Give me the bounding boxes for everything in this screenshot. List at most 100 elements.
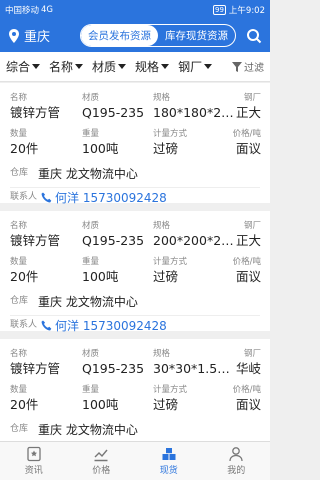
status-bar: 中国移动 4G 99 上午9:02 (0, 0, 270, 19)
list-item[interactable]: 名称镀锌方管 材质 Q195-235 规格 200*200*2… 钢厂正大 数量 20… (0, 211, 270, 334)
filter-material[interactable]: 材质 (92, 58, 127, 75)
product-method: 过磅 (153, 269, 179, 284)
warehouse-value: 重庆 龙文物流中心 (38, 423, 138, 437)
tab-mine-label: 我的 (227, 466, 246, 476)
name-label: 名称 (10, 221, 28, 231)
stock-boxes-icon (162, 448, 176, 460)
product-price: 面议 (235, 141, 261, 156)
caret-down-icon (204, 64, 213, 69)
product-name: 镀锌方管 (10, 361, 61, 376)
bottom-tab-bar: 资讯 价格 现货 我的 (0, 441, 270, 480)
news-icon (27, 446, 41, 462)
filter-mill-label: 钢厂 (178, 60, 203, 74)
material-label: 材质 (82, 349, 100, 359)
mill-label: 钢厂 (243, 349, 261, 359)
warehouse-label: 仓库 (10, 168, 29, 178)
filter-spec[interactable]: 规格 (135, 58, 170, 75)
filter-name-label: 名称 (49, 60, 74, 74)
tab-spot-label: 现货 (159, 466, 178, 476)
phone-icon (41, 320, 52, 331)
tab-price-label: 价格 (92, 466, 111, 476)
contact-phone-link[interactable]: 何洋 15730092428 (55, 317, 167, 334)
resource-list: 名称 镀锌方管 材质 Q195-235 规格 180*180*2… 钢厂 正大 数量 20… (0, 83, 270, 467)
contact-label: 联系人 (10, 320, 38, 330)
city-selector[interactable]: 重庆 (8, 26, 70, 45)
product-material: Q195-235 (82, 233, 145, 248)
weight-label: 重量 (82, 385, 100, 395)
product-material: Q195-235 (82, 361, 145, 376)
warehouse-value: 重庆 龙文物流中心 (38, 295, 138, 309)
filter-general[interactable]: 综合 (6, 58, 41, 75)
product-weight: 100吨 (82, 269, 119, 284)
product-qty: 20件 (10, 141, 39, 156)
material-label: 材质 (82, 221, 100, 231)
weight-label: 重量 (82, 257, 100, 267)
contact-label: 联系人 (10, 192, 38, 202)
caret-down-icon (75, 64, 84, 69)
caret-down-icon (161, 64, 170, 69)
filter-name[interactable]: 名称 (49, 58, 84, 75)
method-label: 计量方式 (153, 385, 188, 395)
mill-label: 钢厂 (243, 93, 261, 103)
product-method: 过磅 (153, 141, 179, 156)
weight-label: 重量 (82, 129, 100, 139)
filter-bar: 综合 名称 材质 规格 钢厂 过滤 (0, 52, 270, 82)
product-spec: 30*30*1.5… (153, 361, 230, 376)
qty-label: 数量 (10, 385, 28, 395)
product-price: 面议 (235, 269, 261, 284)
mill-label: 钢厂 (243, 221, 261, 231)
warehouse-row: 仓库 重庆 龙文物流中心 (10, 421, 138, 438)
product-weight: 100吨 (82, 397, 119, 412)
tab-member-resources[interactable]: 会员发布资源 (81, 25, 158, 46)
qty-label: 数量 (10, 257, 28, 267)
method-label: 计量方式 (153, 129, 188, 139)
tab-spot[interactable]: 现货 (135, 442, 203, 480)
warehouse-row: 仓库 重庆 龙文物流中心 (10, 293, 138, 310)
contact-row[interactable]: 联系人 何洋 15730092428 (10, 317, 167, 334)
filter-material-label: 材质 (92, 60, 117, 74)
warehouse-label: 仓库 (10, 296, 29, 306)
product-qty: 20件 (10, 397, 39, 412)
filter-button-label: 过滤 (244, 63, 264, 74)
network-label: 4G (41, 4, 54, 15)
tab-news[interactable]: 资讯 (0, 442, 68, 480)
list-item[interactable]: 名称 镀锌方管 材质 Q195-235 规格 180*180*2… 钢厂 正大 数量 20… (0, 83, 270, 206)
product-mill: 正大 (235, 105, 261, 120)
search-icon[interactable] (246, 28, 262, 44)
tab-mine[interactable]: 我的 (203, 442, 271, 480)
product-spec: 200*200*2… (153, 233, 234, 248)
product-mill: 正大 (235, 233, 261, 248)
product-name: 镀锌方管 (10, 105, 61, 120)
method-label: 计量方式 (153, 257, 188, 267)
product-qty: 20件 (10, 269, 39, 284)
product-name: 镀锌方管 (10, 233, 61, 248)
filter-general-label: 综合 (6, 60, 31, 74)
price-label: 价格/吨 (232, 385, 261, 395)
city-label: 重庆 (24, 30, 51, 45)
location-pin-icon (9, 28, 19, 43)
filter-button[interactable]: 过滤 (232, 59, 264, 74)
tab-stock-resources[interactable]: 库存现货资源 (158, 25, 235, 46)
spec-label: 规格 (153, 221, 171, 231)
tab-price[interactable]: 价格 (68, 442, 136, 480)
filter-spec-label: 规格 (135, 60, 160, 74)
contact-phone-link[interactable]: 何洋 15730092428 (55, 189, 167, 206)
carrier-label: 中国移动 (5, 5, 40, 16)
battery-icon: 99 (212, 4, 226, 15)
warehouse-label: 仓库 (10, 424, 29, 434)
caret-down-icon (32, 64, 41, 69)
product-material: Q195-235 (82, 105, 145, 120)
trend-chart-icon (94, 449, 108, 462)
price-label: 价格/吨 (232, 129, 261, 139)
filter-mill[interactable]: 钢厂 (178, 58, 213, 75)
clock-label: 上午9:02 (228, 5, 265, 16)
resource-segmented-control: 会员发布资源 库存现货资源 (80, 24, 236, 47)
name-label: 名称 (10, 93, 28, 103)
qty-label: 数量 (10, 129, 28, 139)
product-method: 过磅 (153, 397, 179, 412)
material-label: 材质 (82, 93, 100, 103)
contact-row[interactable]: 联系人 何洋 15730092428 (10, 189, 167, 206)
product-weight: 100吨 (82, 141, 119, 156)
product-spec: 180*180*2… (153, 105, 234, 120)
product-mill: 华岐 (235, 361, 261, 376)
